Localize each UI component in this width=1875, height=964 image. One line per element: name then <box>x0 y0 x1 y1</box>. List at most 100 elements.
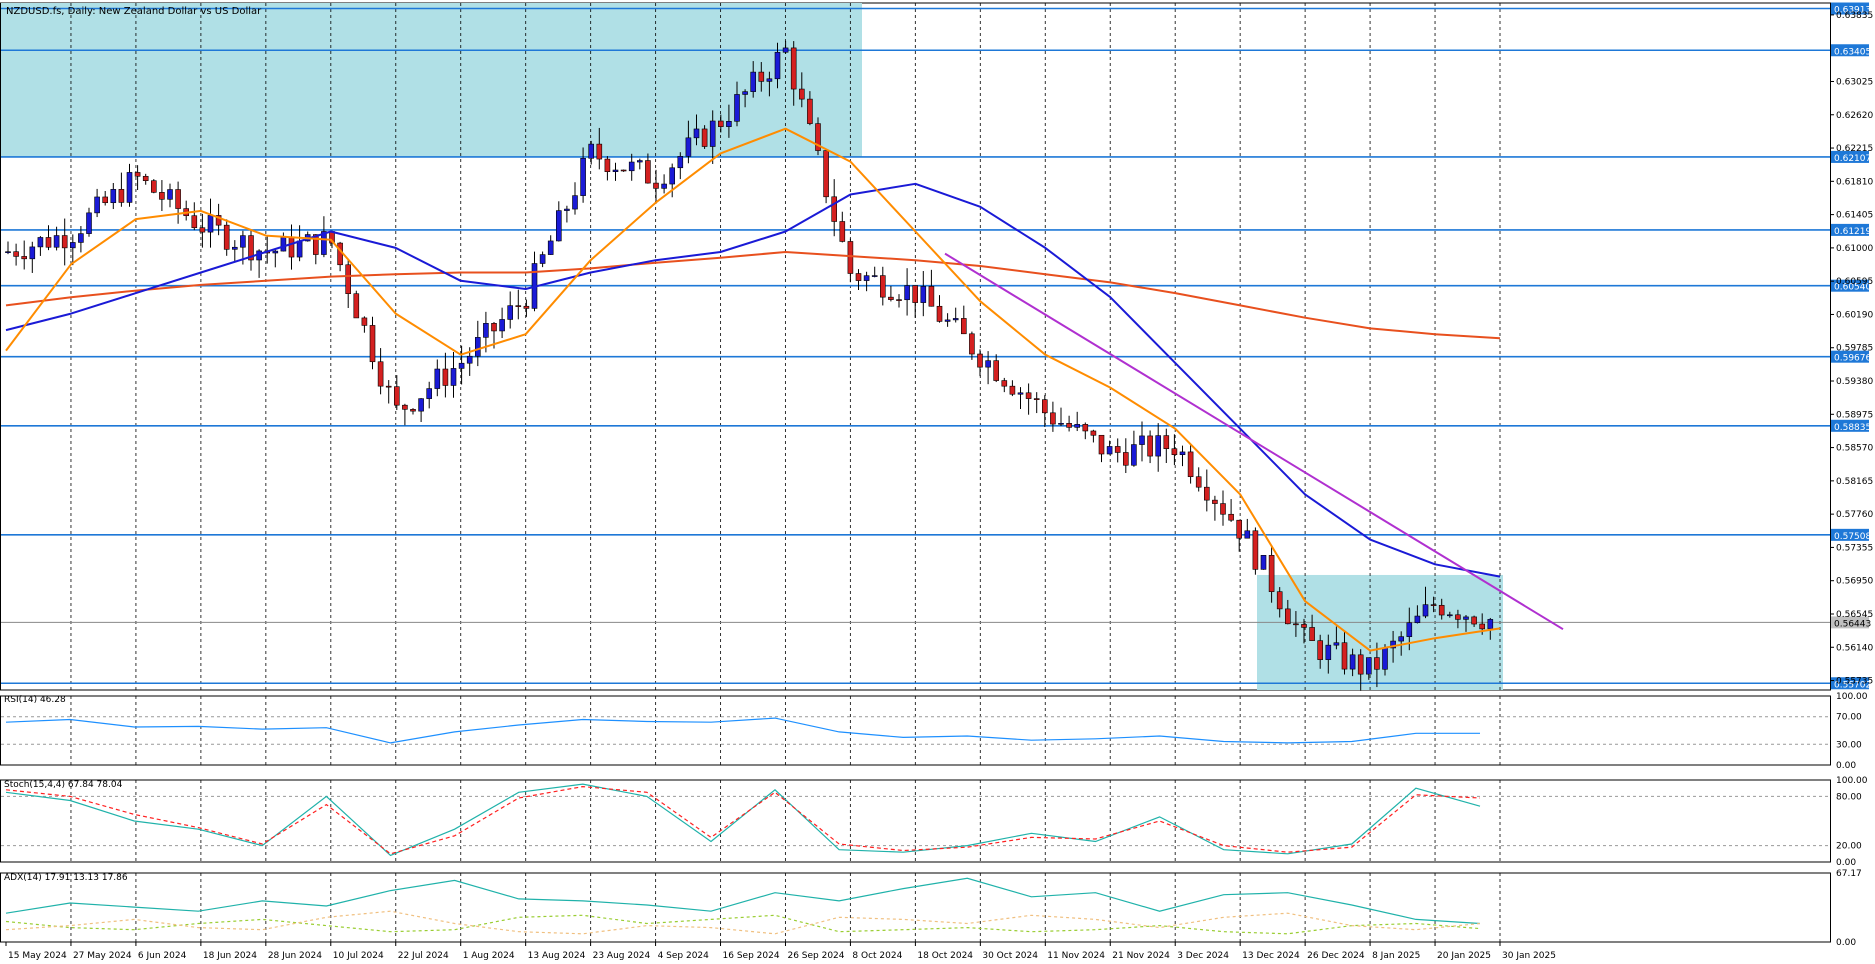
candle-body <box>1333 642 1340 646</box>
x-tick-label: 28 Jun 2024 <box>268 951 322 961</box>
candle-body <box>94 196 100 214</box>
candle-body <box>790 47 797 90</box>
rsi-label: RSI(14) 46.28 <box>4 695 66 705</box>
y-tick-label: 0.56545 <box>1836 610 1873 620</box>
candle-body <box>839 221 846 242</box>
candle-body <box>1374 657 1380 670</box>
chart-svg: 0.639130.634050.621070.612190.605400.596… <box>0 2 1873 961</box>
candle-body <box>1033 398 1040 400</box>
candle-body <box>734 94 740 122</box>
candle-body <box>661 183 667 189</box>
candle-body <box>142 175 149 181</box>
y-tick-label: 0.56950 <box>1836 577 1873 587</box>
candle-body <box>645 160 651 184</box>
y-tick-label: 0.59785 <box>1836 344 1873 354</box>
candle-body <box>1341 642 1348 670</box>
candle-body <box>1366 657 1372 675</box>
candle-body <box>1212 499 1218 504</box>
y-tick-label: 0.61810 <box>1836 177 1873 187</box>
candle-body <box>798 88 805 100</box>
rsi-level-label: 30.00 <box>1836 740 1862 750</box>
zone-rect <box>1 3 862 157</box>
candle-body <box>1260 555 1267 570</box>
x-tick-label: 18 Jun 2024 <box>203 951 257 961</box>
x-tick-label: 16 Sep 2024 <box>723 951 780 961</box>
candle-body <box>29 246 36 260</box>
main-price-panel: 0.639130.634050.621070.612190.605400.596… <box>0 2 1873 942</box>
candle-body <box>1293 623 1299 626</box>
rsi-level-label: 70.00 <box>1836 713 1862 723</box>
candle-body <box>1487 619 1494 630</box>
candle-body <box>1114 446 1121 453</box>
adx-main-line <box>5 877 1481 925</box>
candle-body <box>1228 513 1234 521</box>
x-tick-label: 20 Jan 2025 <box>1437 951 1491 961</box>
y-tick-label: 0.55735 <box>1836 677 1873 687</box>
candle-body <box>272 250 279 254</box>
candle-body <box>110 189 117 204</box>
y-tick-label: 0.61405 <box>1836 211 1873 221</box>
candle-body <box>596 143 603 160</box>
candle-body <box>207 215 214 233</box>
candle-body <box>1204 486 1210 501</box>
candle-body <box>993 360 1000 381</box>
candle-body <box>1325 644 1332 660</box>
y-tick-label: 0.58570 <box>1836 444 1873 454</box>
y-tick-label: 0.60595 <box>1836 277 1873 287</box>
candle-body <box>555 210 562 242</box>
candle-body <box>620 169 627 172</box>
candle-body <box>547 240 554 255</box>
candle-body <box>985 360 991 368</box>
candle-body <box>86 212 92 234</box>
x-tick-label: 26 Dec 2024 <box>1307 951 1365 961</box>
candle-body <box>1001 380 1008 387</box>
candle-body <box>1252 530 1259 570</box>
candle-body <box>410 409 416 412</box>
candle-body <box>1382 647 1388 670</box>
candle-body <box>669 167 676 185</box>
candle-body <box>1147 435 1153 457</box>
candle-body <box>1050 412 1056 425</box>
candle-body <box>742 91 748 95</box>
candle-body <box>920 286 927 303</box>
candle-body <box>426 388 433 399</box>
candle-body <box>977 353 983 368</box>
x-tick-label: 27 May 2024 <box>73 951 132 961</box>
candle-body <box>450 368 457 386</box>
candle-body <box>1139 435 1145 445</box>
candle-body <box>483 323 489 338</box>
candle-body <box>572 195 578 210</box>
candle-body <box>134 172 141 177</box>
candle-body <box>701 128 708 147</box>
x-tick-label: 8 Jan 2025 <box>1372 951 1420 961</box>
candle-body <box>969 333 975 355</box>
candle-body <box>952 318 959 321</box>
candle-body <box>888 296 894 300</box>
level-label: 0.59676 <box>1834 354 1871 364</box>
x-tick-label: 1 Aug 2024 <box>463 951 515 961</box>
x-tick-label: 30 Oct 2024 <box>982 951 1038 961</box>
candle-body <box>636 160 643 163</box>
ma-slow-line <box>5 251 1501 340</box>
candle-body <box>126 172 133 203</box>
candle-body <box>377 361 384 387</box>
candle-body <box>580 157 586 196</box>
candle-body <box>151 180 157 193</box>
candle-body <box>807 98 813 124</box>
candle-body <box>345 264 352 295</box>
candle-body <box>337 242 343 266</box>
candle-body <box>515 305 522 307</box>
stoch-level-label: 100.00 <box>1836 776 1868 786</box>
stoch-label: Stoch(15,4,4) 67.84 78.04 <box>4 780 123 790</box>
x-tick-label: 22 Jul 2024 <box>398 951 449 961</box>
candle-body <box>288 236 295 258</box>
zone-rect <box>1257 574 1503 690</box>
x-tick-label: 4 Sep 2024 <box>658 951 710 961</box>
candle-body <box>1131 444 1137 466</box>
candle-body <box>539 254 546 264</box>
x-tick-label: 10 Jul 2024 <box>333 951 384 961</box>
candle-body <box>474 337 481 357</box>
candle-body <box>1171 448 1178 456</box>
candle-body <box>1414 615 1421 624</box>
candle-body <box>1268 555 1275 592</box>
